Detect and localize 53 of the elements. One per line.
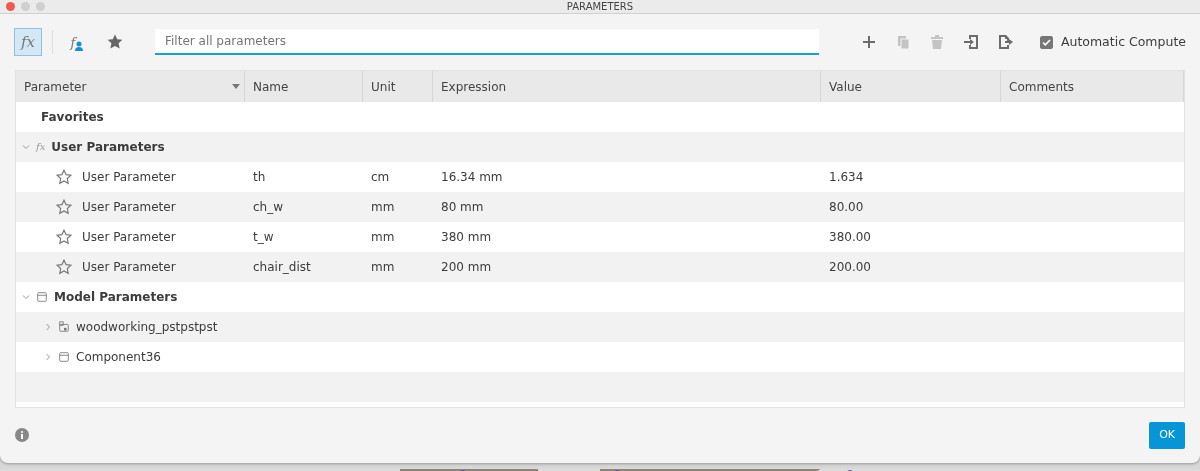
info-icon[interactable]	[15, 428, 29, 443]
star-icon[interactable]	[56, 229, 72, 245]
close-button[interactable]	[6, 2, 15, 11]
table-cell-text: mm	[370, 229, 396, 246]
column-header[interactable]: Name	[245, 71, 363, 102]
table-cell[interactable]: th	[245, 168, 363, 186]
table-cell-text: 380.00	[828, 229, 872, 246]
user-icon	[75, 41, 84, 51]
table-cell-text: User Parameter	[82, 199, 176, 216]
table-cell[interactable]: 16.34 mm	[433, 168, 821, 186]
assembly-icon	[58, 321, 70, 333]
star-icon[interactable]	[56, 259, 72, 275]
checkbox-label: Automatic Compute	[1060, 32, 1186, 51]
table-cell-text: 80.00	[828, 199, 865, 216]
table-cell-text: User Parameter	[82, 259, 176, 276]
group-label: User Parameters	[51, 139, 165, 156]
column-header[interactable]: Value	[821, 71, 1001, 102]
table-cell[interactable]: 200 mm	[433, 258, 821, 276]
table-cell-text: mm	[370, 199, 396, 216]
table-cell[interactable]: 380 mm	[433, 228, 821, 246]
table-cell[interactable]: chair_dist	[245, 258, 363, 276]
tree-item-label[interactable]: woodworking_pstpstpst	[76, 318, 218, 336]
table-cell[interactable]: ch_w	[245, 198, 363, 216]
window-title: PARAMETERS	[566, 0, 634, 14]
star-icon	[106, 33, 124, 51]
component-icon	[58, 351, 70, 363]
view-button[interactable]: fx	[14, 28, 42, 56]
group-label: Model Parameters	[54, 289, 178, 306]
table-cell-text: User Parameter	[82, 229, 176, 246]
plus-icon[interactable]	[861, 34, 877, 50]
table-cell[interactable]: 80 mm	[433, 198, 821, 216]
tree-item-label[interactable]: Component36	[76, 348, 161, 366]
column-header[interactable]: Comments	[1001, 71, 1184, 102]
view-button[interactable]: f	[63, 28, 91, 56]
dropdown-icon[interactable]	[232, 84, 240, 89]
table-cell[interactable]: t_w	[245, 228, 363, 246]
function-icon: fx	[36, 142, 46, 152]
table-cell-text: cm	[370, 169, 391, 186]
search-field[interactable]: Filter all parameters	[155, 29, 819, 55]
column-header[interactable]: Expression	[433, 71, 821, 102]
table-cell-text: mm	[370, 259, 396, 276]
table-cell-text: 1.634	[828, 169, 865, 186]
component-icon	[36, 291, 48, 303]
star-icon[interactable]	[56, 199, 72, 215]
column-header[interactable]: Unit	[363, 71, 433, 102]
table-cell-text: 200.00	[828, 259, 872, 276]
column-header-label: Parameter	[24, 78, 87, 96]
export-icon[interactable]	[997, 34, 1013, 50]
import-icon[interactable]	[963, 34, 979, 50]
star-icon[interactable]	[56, 169, 72, 185]
group-label: Favorites	[41, 109, 104, 126]
checkbox[interactable]	[1039, 35, 1053, 49]
table-cell-text: User Parameter	[82, 169, 176, 186]
